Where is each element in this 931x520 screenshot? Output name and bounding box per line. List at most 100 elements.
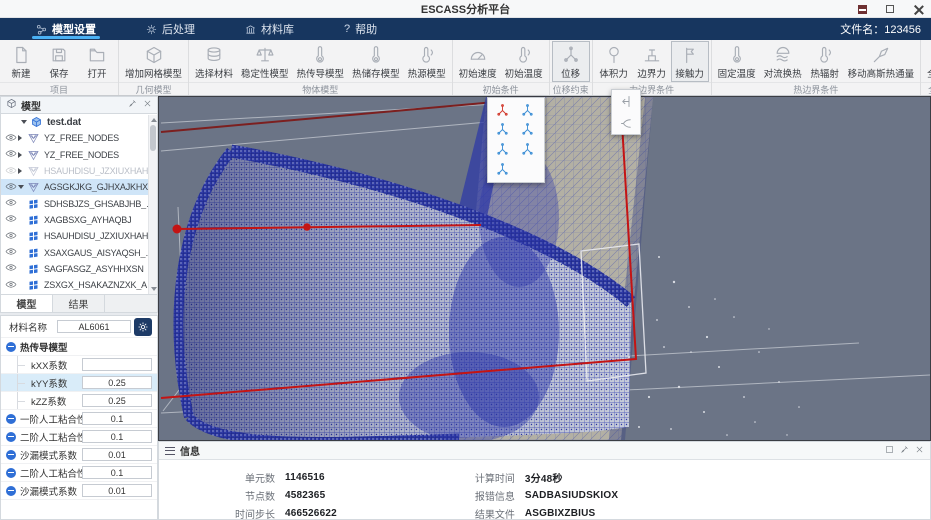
displacement-button[interactable]: 位移 — [551, 41, 590, 82]
menu-material-library[interactable]: 材料库 — [231, 18, 308, 40]
expander-icon[interactable] — [18, 152, 26, 158]
tree-item[interactable]: SAGFASGZ_ASYHHXSN — [1, 261, 157, 277]
open-button[interactable]: 打开 — [78, 41, 116, 82]
eye-icon[interactable] — [5, 166, 18, 177]
displacement-option-icon[interactable] — [517, 121, 539, 139]
maximize-icon[interactable] — [885, 445, 894, 457]
expander-icon[interactable] — [18, 135, 26, 141]
kzz-input[interactable] — [82, 394, 152, 407]
displacement-option-icon[interactable] — [491, 141, 513, 159]
displacement-option-icon[interactable] — [517, 141, 539, 159]
heat-storage-icon — [366, 45, 386, 65]
info-panel-title: 信息 — [180, 447, 200, 458]
kxx-input[interactable] — [82, 358, 152, 371]
displacement-option-icon[interactable] — [517, 101, 539, 119]
minimize-button[interactable] — [855, 2, 869, 16]
contact-option-icon[interactable] — [615, 114, 637, 132]
close-button[interactable] — [911, 2, 925, 16]
tree-item[interactable]: XSAXGAUS_AISYAQSH_ASHX — [1, 244, 157, 260]
collapse-icon[interactable] — [6, 485, 16, 496]
eye-icon[interactable] — [5, 133, 18, 144]
tree-root-item[interactable]: test.dat — [1, 114, 157, 130]
tree-item[interactable]: YZ_FREE_NODES — [1, 130, 157, 146]
tree-item[interactable]: XAGBSXG_AYHAQBJ — [1, 212, 157, 228]
menu-label: 后处理 — [162, 24, 195, 36]
save-button[interactable]: 保存 — [40, 41, 78, 82]
displacement-option-icon[interactable] — [491, 121, 513, 139]
eye-icon[interactable] — [5, 231, 18, 242]
tree-item[interactable]: YZ_FREE_NODES — [1, 147, 157, 163]
fixed-temperature-button[interactable]: 固定温度 — [714, 41, 760, 82]
property-input[interactable] — [82, 484, 152, 497]
displacement-option-icon-selected[interactable] — [491, 101, 513, 119]
displacement-option-icon[interactable] — [491, 160, 513, 178]
close-icon[interactable] — [915, 445, 924, 457]
tab-results[interactable]: 结果 — [53, 295, 105, 312]
eye-icon[interactable] — [5, 198, 18, 209]
tree-item-selected[interactable]: AGSGKJKG_GJHXAJKHXA — [1, 179, 157, 196]
scroll-up-icon[interactable] — [151, 118, 157, 122]
menu-model-settings[interactable]: 模型设置 — [22, 18, 110, 40]
close-icon[interactable] — [143, 99, 152, 111]
eye-icon[interactable] — [5, 263, 18, 274]
button-label: 体积力 — [599, 69, 628, 80]
field-value: 4582365 — [285, 489, 326, 501]
global-settings-button[interactable]: 全局设置 — [923, 41, 931, 82]
collapse-icon[interactable] — [6, 341, 16, 352]
body-force-button[interactable]: 体积力 — [595, 41, 633, 82]
property-input[interactable] — [82, 466, 152, 479]
boundary-force-button[interactable]: 边界力 — [633, 41, 671, 82]
stability-model-button[interactable]: 稳定性模型 — [237, 41, 293, 82]
model-tree: test.dat YZ_FREE_NODES YZ_FREE_NODES HSA… — [0, 114, 158, 295]
heat-storage-model-button[interactable]: 热储存模型 — [348, 41, 404, 82]
material-name-input[interactable] — [57, 320, 131, 333]
add-mesh-model-button[interactable]: 增加网格模型 — [121, 41, 186, 82]
tree-item[interactable]: ZSXGX_HSAKAZNZXK_AHASX — [1, 277, 157, 293]
heat-conduction-model-button[interactable]: 热传导模型 — [293, 41, 349, 82]
scroll-down-icon[interactable] — [151, 287, 157, 291]
heat-source-model-button[interactable]: 热源模型 — [404, 41, 450, 82]
viewport-3d[interactable] — [158, 89, 931, 441]
scrollbar-thumb[interactable] — [150, 125, 156, 151]
property-input[interactable] — [82, 412, 152, 425]
eye-icon[interactable] — [5, 149, 18, 160]
eye-icon[interactable] — [5, 182, 18, 193]
menu-help[interactable]: ? 帮助 — [330, 18, 391, 40]
collapse-icon[interactable] — [6, 467, 16, 478]
kyy-input[interactable] — [82, 376, 152, 389]
collapse-icon[interactable] — [6, 449, 16, 460]
moving-gaussian-heat-flux-button[interactable]: 移动高斯热通量 — [844, 41, 919, 82]
collapse-icon[interactable] — [6, 431, 16, 442]
initial-temperature-button[interactable]: 初始温度 — [501, 41, 547, 82]
eye-icon[interactable] — [5, 280, 18, 291]
tab-model[interactable]: 模型 — [1, 295, 53, 312]
button-label: 全局设置 — [927, 66, 931, 80]
select-material-button[interactable]: 选择材料 — [191, 41, 237, 82]
pin-icon[interactable] — [128, 99, 137, 111]
convection-button[interactable]: 对流换热 — [760, 41, 806, 82]
property-input[interactable] — [82, 430, 152, 443]
contact-force-button[interactable]: 接触力 — [670, 41, 709, 82]
tree-item-disabled[interactable]: HSAUHDISU_JZXIUXHAHX — [1, 163, 157, 179]
contact-option-icon[interactable] — [615, 92, 637, 110]
radiation-button[interactable]: 热辐射 — [806, 41, 844, 82]
eye-icon[interactable] — [5, 214, 18, 225]
expander-icon[interactable] — [21, 120, 29, 124]
tree-scrollbar[interactable] — [148, 115, 157, 294]
eye-icon[interactable] — [5, 247, 18, 258]
initial-velocity-button[interactable]: 初始速度 — [455, 41, 501, 82]
expander-icon[interactable] — [18, 168, 26, 174]
tree-item[interactable]: HSAUHDISU_JZXIUXHAHX — [1, 228, 157, 244]
collapse-icon[interactable] — [6, 413, 16, 424]
element-count-field: 单元数 1146516 — [217, 468, 337, 486]
heat-conduction-section-row[interactable]: 热传导模型 — [1, 338, 157, 356]
tree-item[interactable]: SDHSBJZS_GHSABJHB_ZAHU — [1, 195, 157, 211]
menu-post-processing[interactable]: 后处理 — [132, 18, 209, 40]
pin-icon[interactable] — [900, 445, 909, 457]
material-settings-button[interactable] — [134, 317, 152, 336]
restore-button[interactable] — [883, 2, 899, 16]
kzz-row: kZZ系数 — [1, 392, 157, 410]
new-button[interactable]: 新建 — [2, 41, 40, 82]
expander-icon[interactable] — [18, 185, 26, 189]
property-input[interactable] — [82, 448, 152, 461]
